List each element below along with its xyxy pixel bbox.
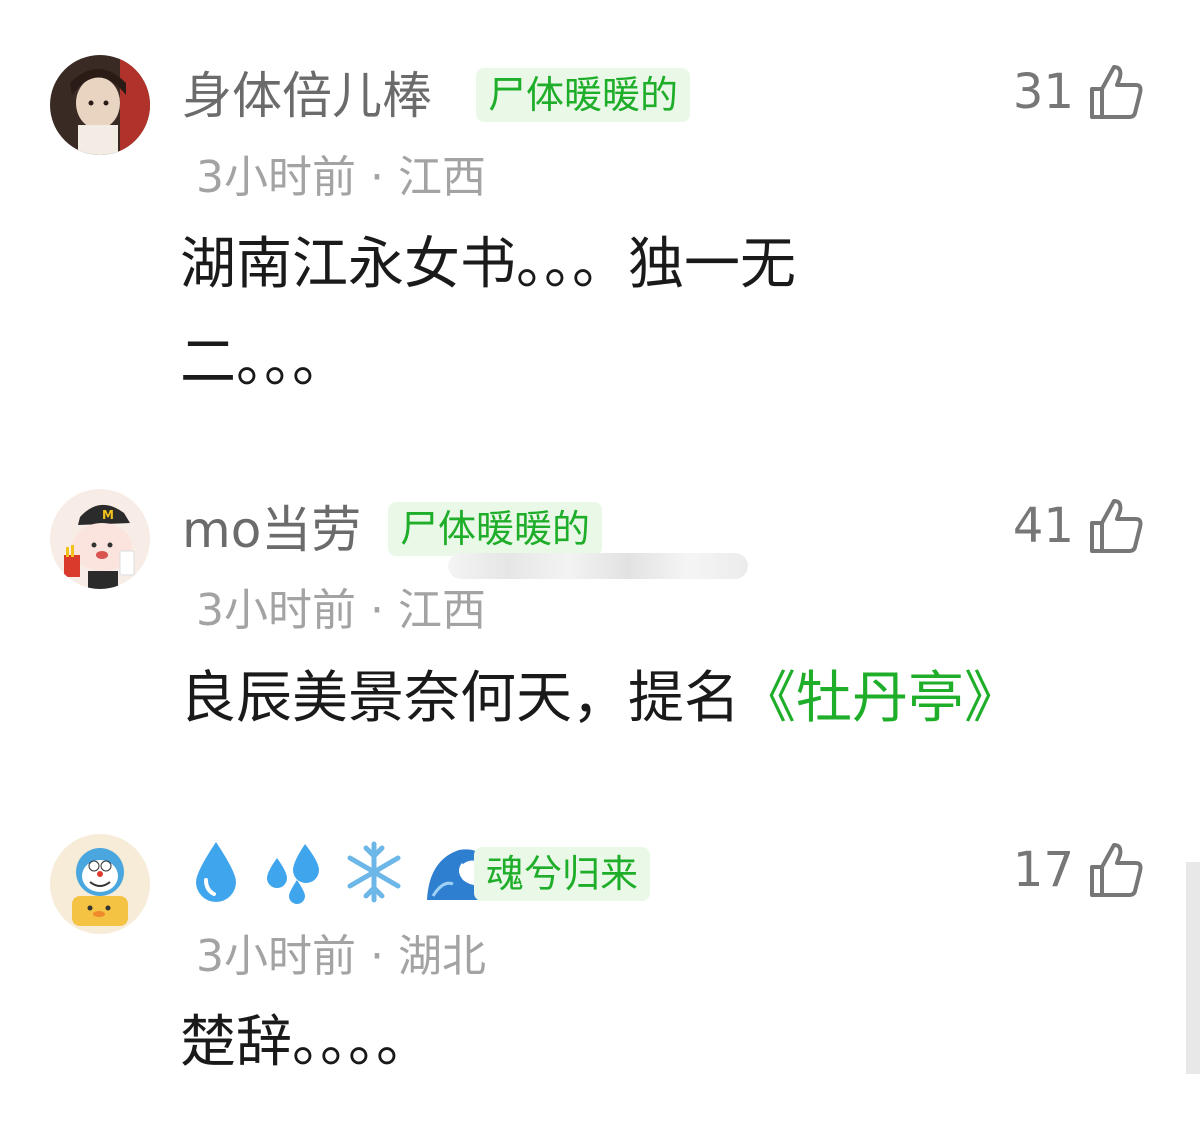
avatar[interactable]: [50, 55, 150, 155]
like-count: 17: [1012, 842, 1074, 898]
like-count: 41: [1012, 498, 1074, 554]
thumbs-up-icon[interactable]: [1088, 63, 1144, 121]
avatar-girl-icon: [50, 55, 150, 155]
comment-content: 良辰美景奈何天，提名《牡丹亭》: [180, 650, 1080, 748]
comment-content: 楚辞。。。。: [180, 1010, 432, 1075]
snowflake-icon: [344, 840, 404, 908]
like-button[interactable]: 41: [1013, 496, 1144, 556]
avatar-doraemon-icon: [50, 834, 150, 934]
svg-text:M: M: [102, 508, 114, 522]
blurred-region: [448, 553, 748, 579]
avatar[interactable]: M: [50, 489, 150, 589]
comment-meta: 3小时前 · 江西: [196, 152, 486, 203]
like-count: 31: [1012, 64, 1074, 120]
comment-content-line: 二。。。: [180, 330, 348, 395]
comment-content-text: 良辰美景奈何天，提名: [180, 666, 740, 731]
username[interactable]: mo当劳: [182, 500, 361, 560]
username-emojis[interactable]: [190, 840, 503, 912]
comment-content-line: 湖南江永女书。。。独一无: [180, 232, 796, 297]
user-tag[interactable]: 魂兮归来: [474, 847, 651, 901]
comment-meta: 3小时前 · 江西: [196, 585, 486, 636]
comment-content: 湖南江永女书。。。独一无 二。。。: [180, 216, 940, 412]
thumbs-up-icon[interactable]: [1088, 497, 1144, 555]
thumbs-up-icon[interactable]: [1088, 841, 1144, 899]
scrollbar[interactable]: [1186, 862, 1200, 1074]
like-button[interactable]: 17: [1013, 840, 1144, 900]
sweat-droplets-icon: [261, 840, 325, 908]
user-tag[interactable]: 尸体暖暖的: [388, 502, 603, 556]
username[interactable]: 身体倍儿棒: [182, 66, 432, 126]
user-tag[interactable]: 尸体暖暖的: [476, 68, 691, 122]
content-link[interactable]: 《牡丹亭》: [740, 666, 1020, 731]
droplet-icon: [190, 840, 242, 908]
comment-item: 身体倍儿棒 尸体暖暖的 31 3小时前 · 江西 湖南江永女书。。。独一无 二。…: [0, 0, 1200, 430]
comment-meta: 3小时前 · 湖北: [196, 931, 486, 982]
like-button[interactable]: 31: [1013, 62, 1144, 122]
avatar-mcdonalds-mascot-icon: M: [50, 489, 150, 589]
avatar[interactable]: [50, 834, 150, 934]
